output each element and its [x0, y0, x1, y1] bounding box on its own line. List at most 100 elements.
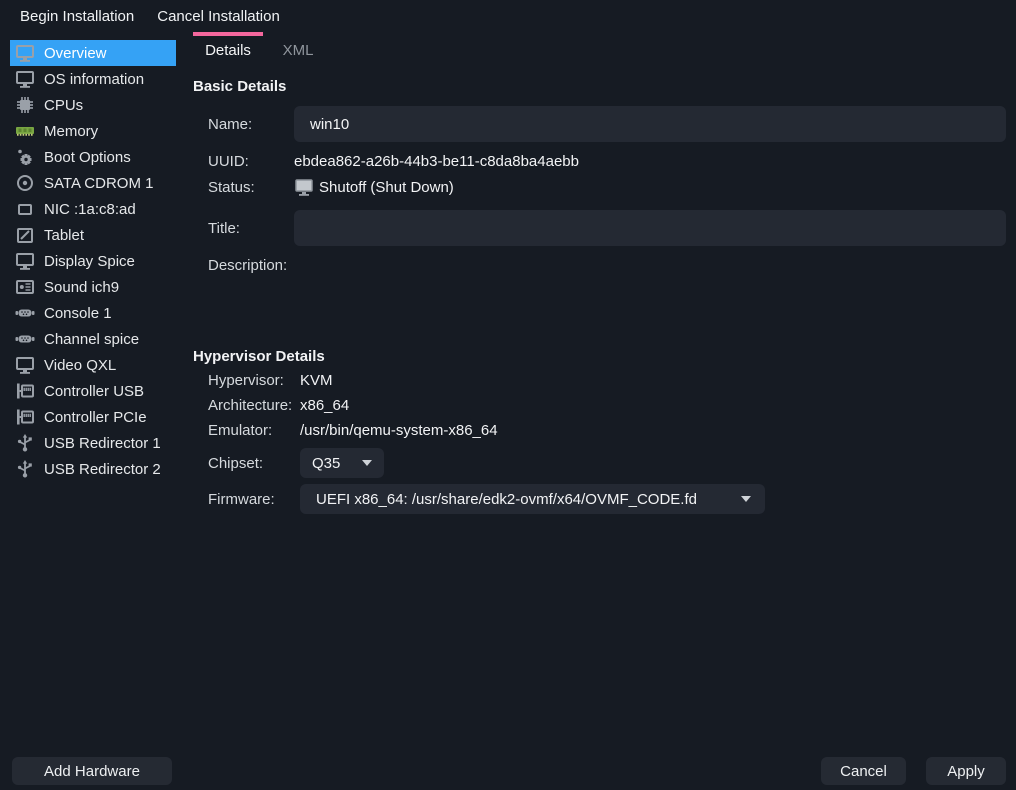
sidebar-item-label: Display Spice [44, 253, 135, 270]
sidebar-item-label: USB Redirector 1 [44, 435, 161, 452]
disc-icon [14, 173, 36, 193]
name-row: Name: [193, 106, 1006, 142]
title-row: Title: [193, 210, 1006, 246]
serial-icon [14, 303, 36, 323]
description-row: Description: [193, 254, 1006, 346]
architecture-label: Architecture: [208, 397, 300, 414]
cancel-installation-button[interactable]: Cancel Installation [157, 4, 280, 29]
controller-icon [14, 407, 36, 427]
begin-installation-button[interactable]: Begin Installation [20, 4, 134, 29]
usb-icon [14, 433, 36, 453]
sidebar-item-os-information[interactable]: OS information [10, 66, 176, 92]
uuid-row: UUID: ebdea862-a26b-44b3-be11-c8da8ba4ae… [193, 148, 1006, 174]
sidebar-item-sata-cdrom-1[interactable]: SATA CDROM 1 [10, 170, 176, 196]
tab-details[interactable]: Details [193, 32, 263, 62]
sidebar-item-display-spice[interactable]: Display Spice [10, 248, 176, 274]
sidebar-item-label: Tablet [44, 227, 84, 244]
memory-icon [14, 121, 36, 141]
sidebar-item-boot-options[interactable]: Boot Options [10, 144, 176, 170]
emulator-row: Emulator: /usr/bin/qemu-system-x86_64 [193, 418, 1006, 443]
sidebar-item-label: Boot Options [44, 149, 131, 166]
description-label: Description: [208, 254, 294, 274]
toolbar: Begin Installation Cancel Installation [0, 0, 1016, 32]
sidebar-item-console-1[interactable]: Console 1 [10, 300, 176, 326]
emulator-label: Emulator: [208, 422, 300, 439]
sidebar-item-channel-spice[interactable]: Channel spice [10, 326, 176, 352]
name-input[interactable] [294, 106, 1006, 142]
sidebar-item-label: SATA CDROM 1 [44, 175, 153, 192]
sidebar-item-label: USB Redirector 2 [44, 461, 161, 478]
add-hardware-button[interactable]: Add Hardware [12, 757, 172, 785]
sidebar-item-cpus[interactable]: CPUs [10, 92, 176, 118]
sidebar-item-video-qxl[interactable]: Video QXL [10, 352, 176, 378]
description-input[interactable] [294, 254, 1006, 340]
sidebar-item-label: Video QXL [44, 357, 116, 374]
architecture-row: Architecture: x86_64 [193, 393, 1006, 418]
sidebar-item-label: CPUs [44, 97, 83, 114]
chevron-down-icon [741, 496, 751, 502]
hardware-sidebar: Overview OS information CPUs Memory Boot Opt… [0, 32, 193, 482]
uuid-label: UUID: [208, 153, 294, 170]
tab-xml[interactable]: XML [269, 32, 327, 62]
firmware-select[interactable]: UEFI x86_64: /usr/share/edk2-ovmf/x64/OV… [300, 484, 765, 514]
firmware-value: UEFI x86_64: /usr/share/edk2-ovmf/x64/OV… [316, 491, 697, 508]
sound-icon [14, 277, 36, 297]
sidebar-item-overview[interactable]: Overview [10, 40, 176, 66]
monitor-icon [14, 355, 36, 375]
sidebar-item-label: Sound ich9 [44, 279, 119, 296]
firmware-row: Firmware: UEFI x86_64: /usr/share/edk2-o… [193, 484, 1006, 514]
sidebar-item-label: Overview [44, 45, 107, 62]
sidebar-item-label: Memory [44, 123, 98, 140]
usb-icon [14, 459, 36, 479]
sidebar-item-label: Channel spice [44, 331, 139, 348]
monitor-shutoff-icon [294, 177, 314, 197]
sidebar-item-tablet[interactable]: Tablet [10, 222, 176, 248]
sidebar-item-label: Controller USB [44, 383, 144, 400]
name-label: Name: [208, 116, 294, 133]
monitor-icon [14, 69, 36, 89]
sidebar-item-usb-redirector-1[interactable]: USB Redirector 1 [10, 430, 176, 456]
hypervisor-value: KVM [300, 372, 333, 389]
status-label: Status: [208, 179, 294, 196]
sidebar-item-nic-1a-c8-ad[interactable]: NIC :1a:c8:ad [10, 196, 176, 222]
cancel-button[interactable]: Cancel [821, 757, 906, 785]
serial-icon [14, 329, 36, 349]
status-value: Shutoff (Shut Down) [319, 179, 454, 196]
hypervisor-details-heading: Hypervisor Details [193, 348, 1006, 368]
sidebar-item-label: Console 1 [44, 305, 112, 322]
architecture-value: x86_64 [300, 397, 349, 414]
cpu-icon [14, 95, 36, 115]
chipset-row: Chipset: Q35 [193, 448, 1006, 478]
sidebar-item-controller-pcie[interactable]: Controller PCIe [10, 404, 176, 430]
footer-bar: Add Hardware Cancel Apply [0, 757, 1016, 785]
sidebar-item-label: Controller PCIe [44, 409, 147, 426]
title-label: Title: [208, 220, 294, 237]
gear-icon [14, 147, 36, 167]
hardware-list: Overview OS information CPUs Memory Boot Opt… [10, 40, 176, 482]
firmware-label: Firmware: [208, 491, 300, 508]
controller-icon [14, 381, 36, 401]
monitor-icon [14, 43, 36, 63]
status-row: Status: Shutoff (Shut Down) [193, 174, 1006, 200]
sidebar-item-sound-ich9[interactable]: Sound ich9 [10, 274, 176, 300]
sidebar-item-memory[interactable]: Memory [10, 118, 176, 144]
nic-icon [14, 199, 36, 219]
basic-details-heading: Basic Details [193, 78, 1006, 98]
apply-button[interactable]: Apply [926, 757, 1006, 785]
details-panel: Details XML Basic Details Name: UUID: eb… [193, 32, 1016, 514]
hypervisor-label: Hypervisor: [208, 372, 300, 389]
chevron-down-icon [362, 460, 372, 466]
sidebar-item-label: OS information [44, 71, 144, 88]
tablet-icon [14, 225, 36, 245]
chipset-select[interactable]: Q35 [300, 448, 384, 478]
monitor-icon [14, 251, 36, 271]
emulator-value: /usr/bin/qemu-system-x86_64 [300, 422, 498, 439]
chipset-label: Chipset: [208, 455, 300, 472]
uuid-value: ebdea862-a26b-44b3-be11-c8da8ba4aebb [294, 153, 579, 170]
sidebar-item-usb-redirector-2[interactable]: USB Redirector 2 [10, 456, 176, 482]
chipset-value: Q35 [312, 455, 340, 472]
sidebar-item-controller-usb[interactable]: Controller USB [10, 378, 176, 404]
title-input[interactable] [294, 210, 1006, 246]
hypervisor-row: Hypervisor: KVM [193, 368, 1006, 393]
tab-bar: Details XML [193, 32, 1006, 62]
